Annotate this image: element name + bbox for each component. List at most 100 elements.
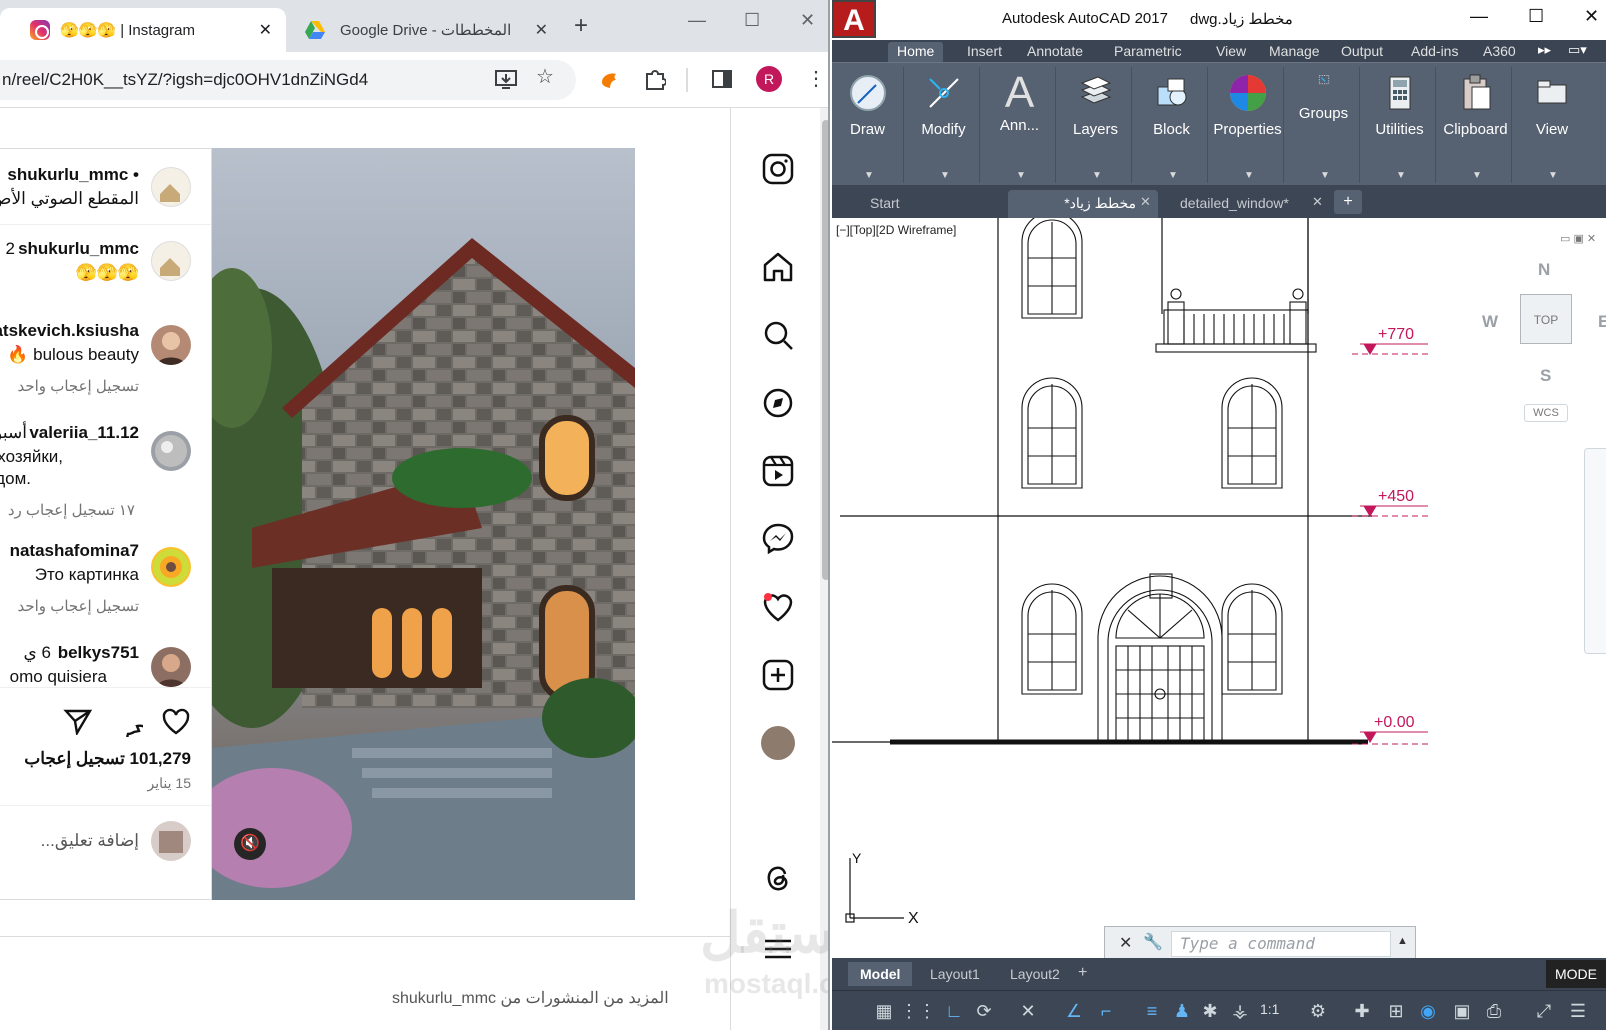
close-tab-icon[interactable]: ✕ bbox=[259, 20, 272, 40]
command-input[interactable]: Type a command bbox=[1171, 931, 1391, 957]
tab-annotate[interactable]: Annotate bbox=[1018, 42, 1092, 62]
scrollbar-thumb[interactable] bbox=[822, 120, 828, 580]
panel-modify[interactable]: Modify ▼ bbox=[908, 67, 980, 183]
close-window-icon[interactable]: ✕ bbox=[800, 10, 815, 31]
extension-icon[interactable] bbox=[598, 68, 620, 90]
home-icon[interactable] bbox=[761, 250, 795, 284]
panel-properties[interactable]: Properties ▼ bbox=[1212, 67, 1284, 183]
threads-icon[interactable] bbox=[761, 862, 795, 896]
close-window-icon[interactable]: ✕ bbox=[1584, 6, 1599, 27]
navigation-bar[interactable] bbox=[1584, 448, 1606, 654]
tab-insert[interactable]: Insert bbox=[958, 42, 1011, 62]
reels-icon[interactable] bbox=[761, 454, 795, 488]
avatar[interactable] bbox=[151, 167, 191, 207]
lineweight-icon[interactable]: ≡ bbox=[1140, 999, 1164, 1023]
search-icon[interactable] bbox=[761, 318, 795, 352]
profile-avatar[interactable]: R bbox=[756, 66, 782, 92]
polar-icon[interactable]: ⟳ bbox=[972, 999, 996, 1023]
comment-icon[interactable] bbox=[113, 707, 143, 737]
avatar[interactable] bbox=[151, 647, 191, 687]
viewport-window-controls[interactable]: ▭ ▣ ✕ bbox=[1560, 232, 1596, 245]
comment-username[interactable]: belkys751 bbox=[58, 643, 139, 663]
panel-clipboard[interactable]: Clipboard ▼ bbox=[1440, 67, 1512, 183]
grid-icon[interactable]: ▦ bbox=[872, 999, 896, 1023]
tab-layout1[interactable]: Layout1 bbox=[918, 962, 992, 986]
annotation-monitor-icon[interactable]: ✚ bbox=[1350, 999, 1374, 1023]
clean-screen-icon[interactable]: ⤢ bbox=[1532, 999, 1556, 1023]
comment-meta[interactable]: تسجيل إعجاب واحد bbox=[17, 377, 139, 395]
maximize-icon[interactable]: ☐ bbox=[1528, 6, 1544, 27]
tab-output[interactable]: Output bbox=[1332, 42, 1392, 62]
viewcube-north[interactable]: N bbox=[1538, 260, 1550, 280]
panel-utilities[interactable]: Utilities ▼ bbox=[1364, 67, 1436, 183]
graphics-performance-icon[interactable]: ▣ bbox=[1450, 999, 1474, 1023]
osnap-icon[interactable]: ✕ bbox=[1016, 999, 1040, 1023]
close-tab-icon[interactable]: ✕ bbox=[535, 20, 548, 40]
extensions-puzzle-icon[interactable] bbox=[644, 68, 666, 90]
avatar[interactable] bbox=[151, 547, 191, 587]
panel-draw[interactable]: Draw ▼ bbox=[832, 67, 904, 183]
profile-icon[interactable] bbox=[761, 726, 795, 760]
drawing-canvas[interactable]: [−][Top][2D Wireframe] +770 +450 +0.00 Y… bbox=[832, 218, 1606, 960]
close-command-icon[interactable]: ✕ bbox=[1119, 933, 1132, 953]
maximize-icon[interactable]: ☐ bbox=[744, 10, 760, 31]
share-send-icon[interactable] bbox=[63, 707, 93, 735]
model-space-button[interactable]: MODE bbox=[1546, 960, 1606, 988]
menu-kebab-icon[interactable]: ⋮ bbox=[806, 66, 826, 91]
tab-layout2[interactable]: Layout2 bbox=[998, 962, 1072, 986]
annotation-scale-value[interactable]: 1:1 bbox=[1260, 1001, 1279, 1017]
doc-tab-start[interactable]: Start bbox=[856, 190, 996, 218]
doc-tab-detailed-window[interactable]: detailed_window* bbox=[1166, 190, 1316, 218]
wcs-menu[interactable]: WCS bbox=[1524, 404, 1568, 422]
like-heart-icon[interactable] bbox=[161, 707, 191, 735]
tab-home[interactable]: Home bbox=[888, 42, 944, 62]
autocad-logo-icon[interactable]: A bbox=[832, 0, 876, 38]
viewcube-south[interactable]: S bbox=[1540, 366, 1551, 386]
comment-username[interactable]: natashafomina7 bbox=[10, 541, 139, 561]
customization-menu-icon[interactable]: ☰ bbox=[1566, 999, 1590, 1023]
likes-count[interactable]: 101,279 تسجيل إعجاب bbox=[24, 749, 191, 769]
bookmark-star-icon[interactable]: ☆ bbox=[536, 64, 554, 89]
panel-block[interactable]: Block ▼ bbox=[1136, 67, 1208, 183]
avatar[interactable] bbox=[151, 431, 191, 471]
panel-view[interactable]: View ▼ bbox=[1516, 67, 1588, 183]
notifications-heart-icon[interactable] bbox=[761, 590, 795, 624]
instagram-icon[interactable] bbox=[761, 152, 795, 186]
workspace-toggle-icon[interactable]: ▭▾ bbox=[1568, 42, 1587, 58]
add-comment-input[interactable]: إضافة تعليق... bbox=[41, 831, 139, 851]
tab-google-drive[interactable]: Google Drive - المخططات ✕ bbox=[292, 8, 562, 52]
workspace-gear-icon[interactable]: ⚙ bbox=[1306, 999, 1330, 1023]
more-tabs-icon[interactable]: ▸▸ bbox=[1538, 42, 1551, 58]
viewcube-west[interactable]: W bbox=[1482, 312, 1498, 332]
customize-wrench-icon[interactable]: 🔧 bbox=[1143, 932, 1163, 952]
tab-instagram[interactable]: 🫣🫣🫣 | Instagram ✕ bbox=[0, 8, 286, 52]
tab-add-ins[interactable]: Add-ins bbox=[1402, 42, 1467, 62]
messenger-icon[interactable] bbox=[761, 522, 795, 556]
annotation-scale-icon[interactable]: ⚶ bbox=[1228, 999, 1252, 1023]
tab-model[interactable]: Model bbox=[848, 962, 913, 986]
annotation-visibility-icon[interactable]: ✱ bbox=[1198, 999, 1222, 1023]
minimize-icon[interactable]: — bbox=[688, 10, 706, 31]
reel-video[interactable]: 🔇 bbox=[212, 148, 635, 900]
comment-username[interactable]: atskevich.ksiusha bbox=[0, 321, 139, 341]
snap-icon[interactable]: ⋮⋮ bbox=[900, 999, 936, 1023]
panel-groups[interactable]: Groups ▼ bbox=[1288, 67, 1360, 183]
doc-tab-active-drawing[interactable]: مخطط زياد* bbox=[1008, 190, 1158, 218]
comment-username[interactable]: shukurlu_mmc bbox=[18, 239, 139, 259]
comment-username[interactable]: valeriia_11.12 bbox=[29, 423, 139, 443]
explore-icon[interactable] bbox=[761, 386, 795, 420]
quick-properties-icon[interactable]: ◉ bbox=[1416, 999, 1440, 1023]
panel-layers[interactable]: Layers ▼ bbox=[1060, 67, 1132, 183]
panel-annotation[interactable]: A Ann... ▼ bbox=[984, 67, 1056, 183]
comment-username[interactable]: shukurlu_mmc • bbox=[7, 165, 139, 185]
mute-icon[interactable]: 🔇 bbox=[234, 828, 266, 860]
comment-meta[interactable]: ١٧ تسجيل إعجاب رد bbox=[8, 501, 135, 519]
comment-meta[interactable]: تسجيل إعجاب واحد bbox=[17, 597, 139, 615]
dynamic-input-icon[interactable]: ⌐ bbox=[1094, 999, 1118, 1023]
create-icon[interactable] bbox=[761, 658, 795, 692]
viewcube-top[interactable]: TOP bbox=[1520, 294, 1572, 344]
tab-view[interactable]: View bbox=[1207, 42, 1255, 62]
tab-manage[interactable]: Manage bbox=[1260, 42, 1329, 62]
address-bar[interactable]: n/reel/C2H0K__tsYZ/?igsh=djc0OHV1dnZiNGd… bbox=[0, 60, 576, 100]
viewcube-east[interactable]: E bbox=[1598, 312, 1606, 332]
